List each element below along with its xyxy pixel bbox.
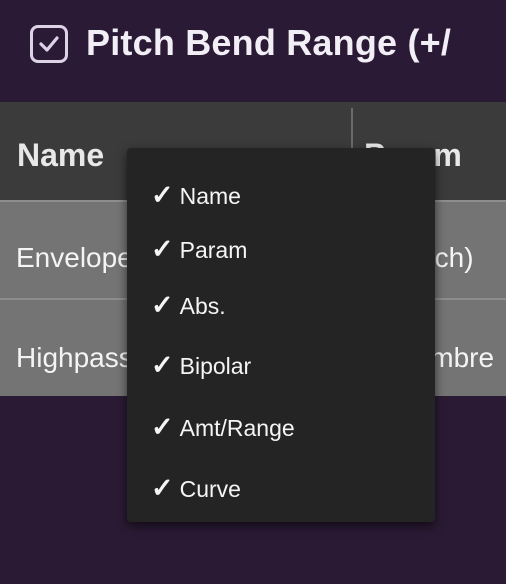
menu-item-amt-range[interactable]: ✓ Amt/Range — [151, 402, 295, 452]
modulation-title: Pitch Bend Range (+/ — [86, 22, 452, 63]
row-name-cell: Highpass — [16, 342, 133, 373]
checkmark-icon — [39, 36, 59, 52]
row-name-cell: Envelope — [16, 242, 133, 273]
menu-item-label: Name — [179, 183, 241, 209]
menu-item-name[interactable]: ✓ Name — [151, 170, 241, 220]
column-visibility-menu: ✓ Name ✓ Param ✓ Abs. ✓ Bipolar ✓ Amt/Range ✓… — [127, 148, 435, 522]
menu-item-curve[interactable]: ✓ Curve — [151, 463, 241, 513]
menu-item-label: Param — [179, 237, 248, 263]
modulation-title-bar: Pitch Bend Range (+/ — [0, 0, 506, 102]
check-icon: ✓ — [151, 234, 174, 264]
check-icon: ✓ — [151, 290, 174, 320]
check-icon: ✓ — [151, 350, 174, 380]
menu-item-label: Abs. — [179, 293, 226, 319]
check-icon: ✓ — [151, 412, 174, 442]
menu-item-abs[interactable]: ✓ Abs. — [151, 280, 226, 330]
check-icon: ✓ — [151, 473, 174, 503]
menu-item-param[interactable]: ✓ Param — [151, 224, 247, 274]
enable-checkbox[interactable] — [30, 25, 68, 63]
menu-item-label: Amt/Range — [179, 415, 295, 441]
menu-item-label: Bipolar — [179, 353, 252, 379]
check-icon: ✓ — [151, 180, 174, 210]
menu-item-label: Curve — [179, 476, 241, 502]
menu-item-bipolar[interactable]: ✓ Bipolar — [151, 340, 251, 390]
column-header-name[interactable]: Name — [17, 137, 104, 174]
